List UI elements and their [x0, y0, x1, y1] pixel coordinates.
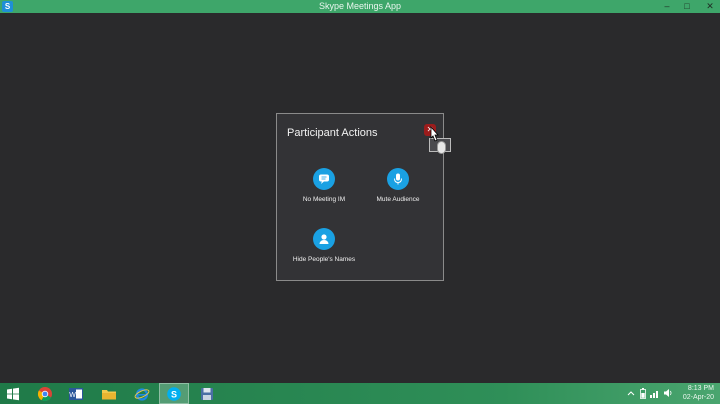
tray-volume[interactable]	[663, 386, 673, 400]
title-bar: S Skype Meetings App – □ ✕	[0, 0, 720, 13]
svg-text:S: S	[171, 389, 177, 399]
tray-overflow-button[interactable]	[626, 386, 636, 400]
file-explorer-icon	[102, 389, 116, 399]
clock-time: 8:13 PM	[687, 385, 714, 392]
close-window-button[interactable]: ✕	[700, 0, 720, 13]
cursor-pointer-icon	[430, 126, 439, 142]
svg-text:W: W	[69, 392, 76, 399]
clock-date: 02-Apr-20	[682, 394, 714, 401]
no-meeting-im-button[interactable]: No Meeting IM	[284, 168, 364, 203]
chat-bubble-icon	[313, 168, 335, 190]
window-title: Skype Meetings App	[318, 1, 402, 11]
system-clock[interactable]: 8:13 PM 02-Apr-20	[683, 384, 714, 402]
hide-peoples-names-label: Hide People's Names	[292, 256, 356, 263]
microphone-icon	[387, 168, 409, 190]
speaker-icon	[664, 389, 672, 397]
network-signal-icon	[650, 391, 658, 398]
battery-icon	[640, 387, 646, 399]
chevron-up-icon	[627, 391, 635, 396]
mute-audience-button[interactable]: Mute Audience	[358, 168, 438, 203]
save-icon	[201, 387, 213, 400]
taskbar-file-explorer-button[interactable]	[94, 383, 124, 404]
internet-explorer-icon	[134, 387, 150, 401]
dialog-title: Participant Actions	[287, 127, 378, 139]
windows-logo-icon	[7, 387, 19, 400]
person-icon	[313, 228, 335, 250]
hide-peoples-names-button[interactable]: Hide People's Names	[284, 228, 364, 263]
mute-audience-label: Mute Audience	[376, 196, 420, 203]
taskbar-chrome-button[interactable]	[30, 383, 60, 404]
tray-network[interactable]	[650, 386, 660, 400]
taskbar-internet-explorer-button[interactable]	[127, 383, 157, 404]
participant-actions-dialog: Participant Actions ✕ No Meeting IM Mute…	[276, 113, 451, 281]
taskbar: W S 8:13 PM 02-Apr-20	[0, 383, 720, 404]
taskbar-word-button[interactable]: W	[61, 383, 91, 404]
no-meeting-im-label: No Meeting IM	[302, 196, 346, 203]
word-icon: W	[69, 387, 83, 400]
taskbar-save-button[interactable]	[192, 383, 222, 404]
taskbar-skype-button[interactable]: S	[159, 383, 189, 404]
minimize-button[interactable]: –	[658, 0, 676, 13]
start-button[interactable]	[0, 383, 26, 404]
tray-battery[interactable]	[638, 386, 648, 400]
chrome-icon	[37, 386, 52, 401]
maximize-button[interactable]: □	[678, 0, 696, 13]
skype-icon: S	[167, 386, 181, 401]
